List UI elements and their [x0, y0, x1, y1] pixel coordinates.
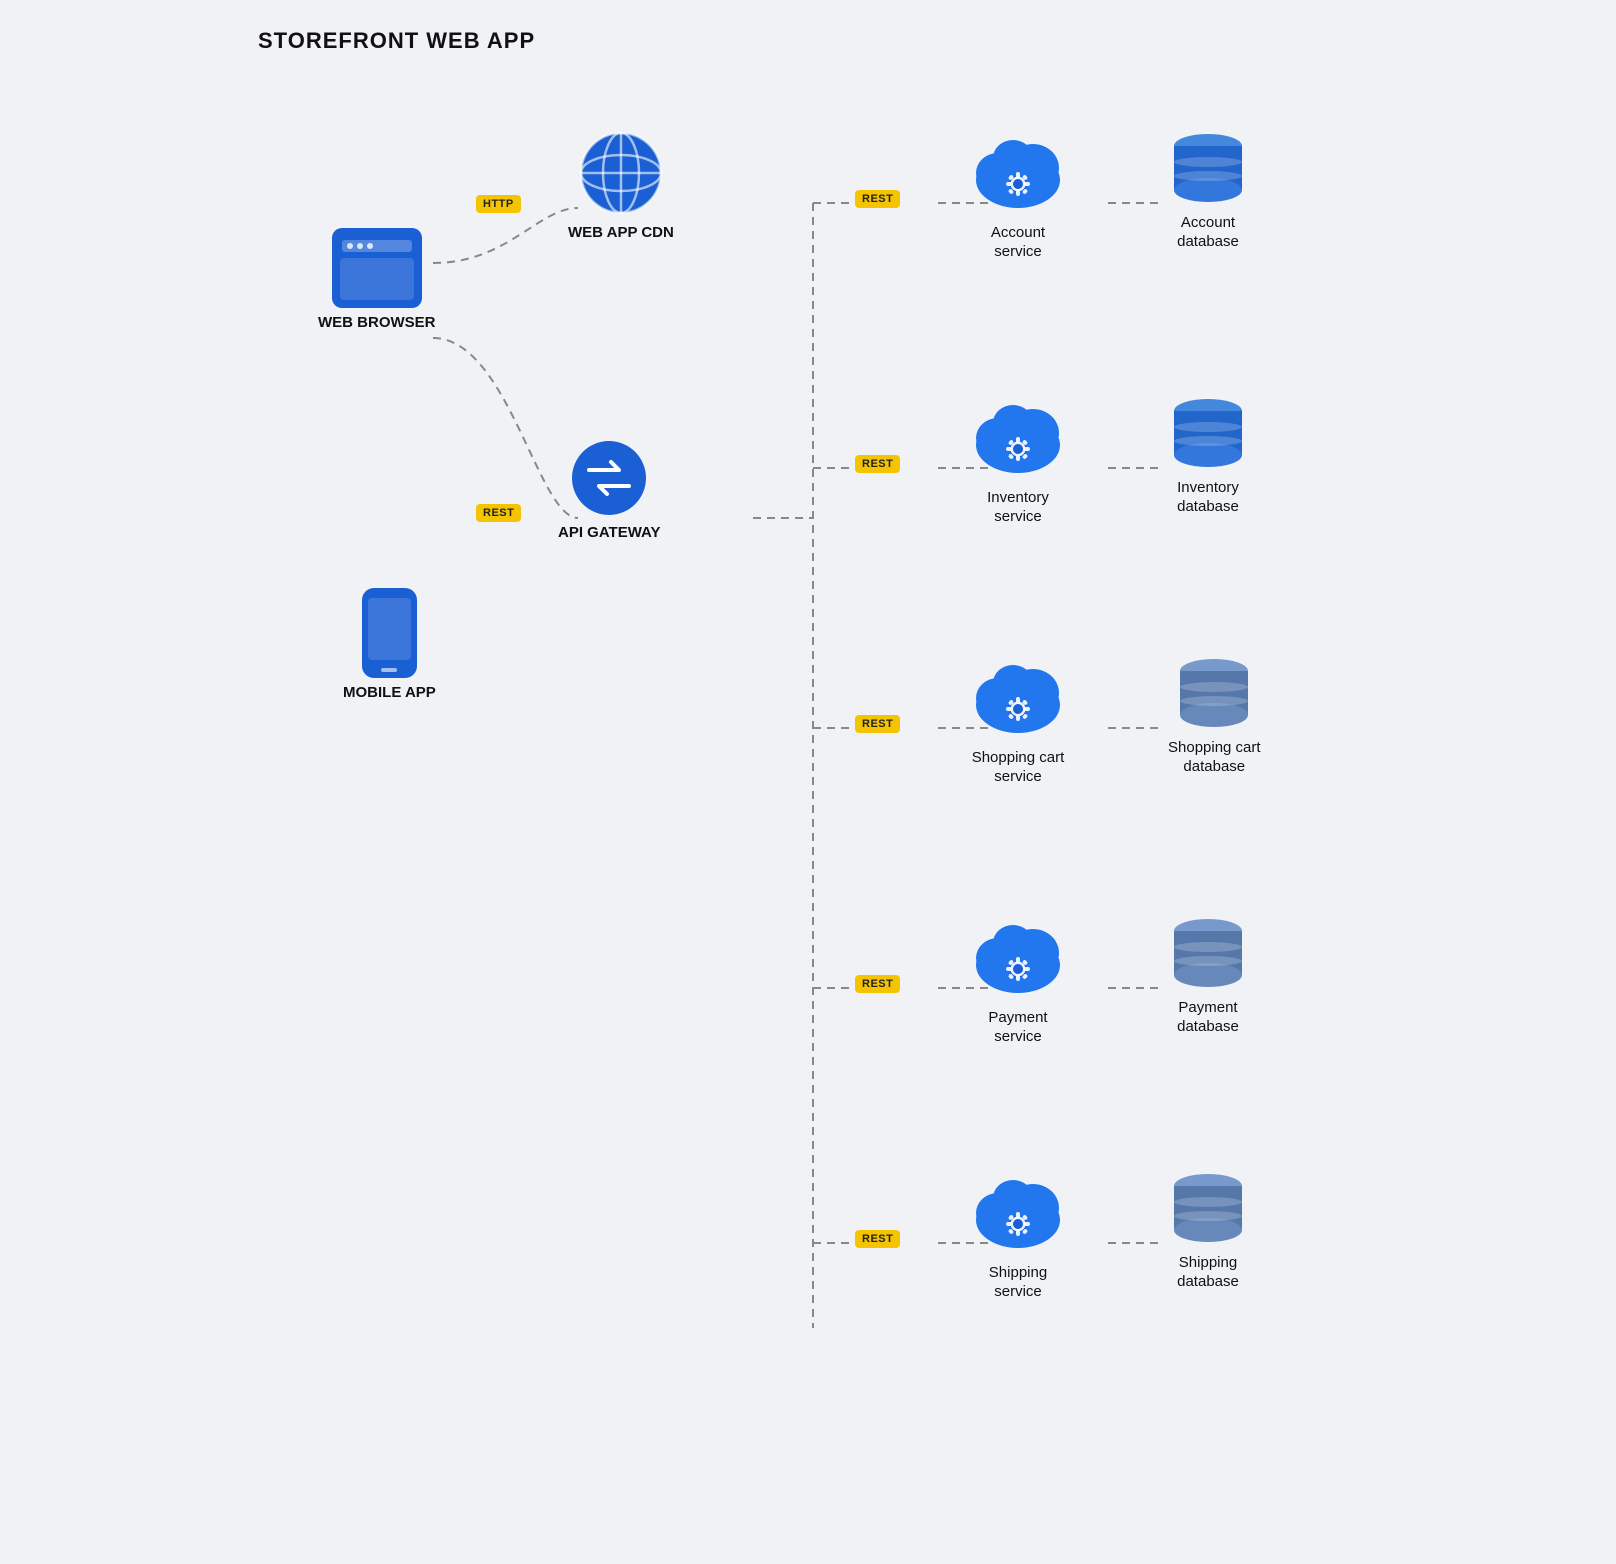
payment-db-label: Paymentdatabase	[1177, 999, 1239, 1037]
mobile-app-label: MOBILE APP	[343, 684, 436, 703]
globe-icon	[576, 128, 666, 218]
shipping-db-node: Shippingdatabase	[1168, 1168, 1248, 1292]
inventory-db-icon	[1168, 393, 1248, 473]
web-browser-label: WEB BROWSER	[318, 314, 436, 333]
inventory-service-label: Inventoryservice	[987, 489, 1049, 527]
rest-badge-inventory: REST	[855, 455, 900, 473]
rest-badge-payment: REST	[855, 975, 900, 993]
payment-db-icon	[1168, 913, 1248, 993]
diagram-container: STOREFRONT WEB APP .dashed { stroke: #88…	[258, 28, 1358, 1508]
shipping-service-label: Shippingservice	[989, 1264, 1047, 1302]
shopping-cart-service-label: Shopping cartservice	[972, 749, 1065, 787]
web-app-cdn-label: WEB APP CDN	[568, 224, 674, 243]
http-badge: HTTP	[476, 195, 521, 213]
rest-badge-shopping-cart: REST	[855, 715, 900, 733]
browser-icon	[332, 228, 422, 308]
account-service-node: Accountservice	[968, 128, 1068, 262]
api-gateway-node: API GATEWAY	[558, 438, 661, 543]
shipping-service-icon	[968, 1168, 1068, 1258]
shipping-db-label: Shippingdatabase	[1177, 1254, 1239, 1292]
inventory-service-icon	[968, 393, 1068, 483]
rest-badge-shipping: REST	[855, 1230, 900, 1248]
mobile-icon	[362, 588, 417, 678]
diagram-title: STOREFRONT WEB APP	[258, 28, 535, 54]
inventory-service-node: Inventoryservice	[968, 393, 1068, 527]
payment-service-node: Paymentservice	[968, 913, 1068, 1047]
gateway-icon	[569, 438, 649, 518]
shopping-cart-service-icon	[968, 653, 1068, 743]
shopping-cart-db-icon	[1174, 653, 1254, 733]
mobile-app-node: MOBILE APP	[343, 588, 436, 703]
shopping-cart-db-node: Shopping cartdatabase	[1168, 653, 1261, 777]
account-db-label: Accountdatabase	[1177, 214, 1239, 252]
payment-service-icon	[968, 913, 1068, 1003]
shipping-db-icon	[1168, 1168, 1248, 1248]
payment-db-node: Paymentdatabase	[1168, 913, 1248, 1037]
api-gateway-label: API GATEWAY	[558, 524, 661, 543]
web-browser-node: WEB BROWSER	[318, 228, 436, 333]
rest-badge-gateway: REST	[476, 504, 521, 522]
web-app-cdn-node: WEB APP CDN	[568, 128, 674, 243]
shopping-cart-service-node: Shopping cartservice	[968, 653, 1068, 787]
account-service-label: Accountservice	[991, 224, 1045, 262]
account-service-icon	[968, 128, 1068, 218]
shipping-service-node: Shippingservice	[968, 1168, 1068, 1302]
account-db-icon	[1168, 128, 1248, 208]
inventory-db-node: Inventorydatabase	[1168, 393, 1248, 517]
shopping-cart-db-label: Shopping cartdatabase	[1168, 739, 1261, 777]
inventory-db-label: Inventorydatabase	[1177, 479, 1239, 517]
payment-service-label: Paymentservice	[988, 1009, 1047, 1047]
account-db-node: Accountdatabase	[1168, 128, 1248, 252]
rest-badge-account: REST	[855, 190, 900, 208]
